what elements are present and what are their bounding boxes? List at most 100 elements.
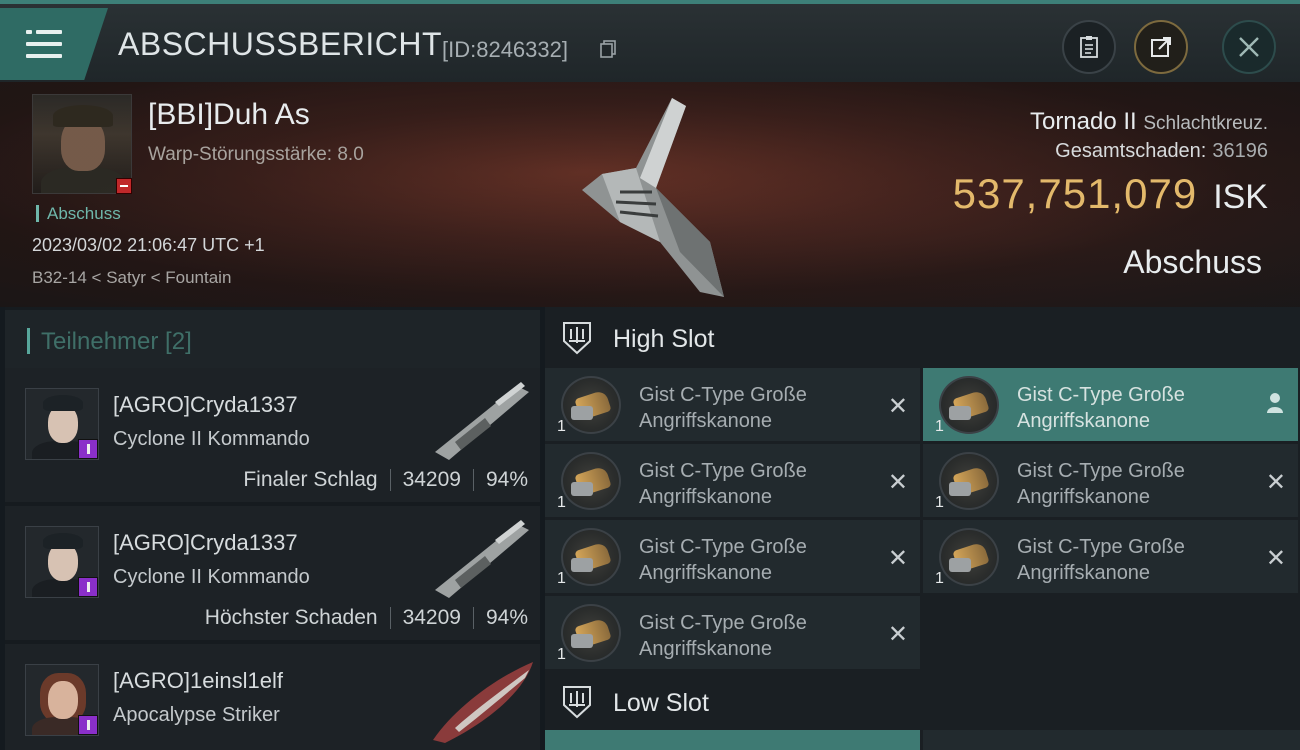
kill-location[interactable]: B32-14 < Satyr < Fountain	[32, 268, 231, 288]
participant-damage: 34209	[402, 468, 461, 491]
module-item[interactable]: 1 Gist C-Type Große Angriffskanone ✕	[545, 520, 920, 593]
module-item[interactable]: 1 Gist C-Type Große Angriffskanone	[923, 368, 1298, 441]
ship-name: Tornado II	[1029, 108, 1137, 135]
participants-label: Teilnehmer [2]	[41, 328, 192, 355]
module-quantity: 1	[557, 494, 566, 511]
total-damage-label: Gesamtschaden:	[1055, 140, 1207, 162]
standing-badge	[116, 178, 132, 194]
ship-class: Schlachtkreuz.	[1143, 113, 1268, 134]
low-slot-header: Low Slot	[545, 671, 1300, 731]
participant-row[interactable]: [AGRO]Cryda1337 Cyclone II Kommando Höch…	[5, 506, 540, 640]
module-quantity: 1	[557, 570, 566, 587]
corp-badge-icon	[78, 715, 98, 735]
participant-name: [AGRO]1einsl1elf	[113, 668, 283, 693]
corp-badge-icon	[78, 439, 98, 459]
module-name: Gist C-Type Große Angriffskanone	[639, 460, 807, 508]
destroyed-icon: ✕	[887, 621, 908, 648]
participant-name: [AGRO]Cryda1337	[113, 392, 298, 417]
menu-icon	[26, 30, 62, 58]
module-item[interactable]	[923, 730, 1300, 750]
destroyed-icon: ✕	[887, 469, 908, 496]
participant-ship: Apocalypse Striker	[113, 704, 280, 726]
victim-name[interactable]: [BBI]Duh As	[148, 98, 310, 132]
module-quantity: 1	[935, 418, 944, 435]
clipboard-icon	[1080, 36, 1098, 58]
participant-role: Finaler Schlag	[243, 468, 378, 491]
high-slot-icon	[563, 322, 591, 355]
destroyed-icon: ✕	[1265, 469, 1286, 496]
close-icon	[1239, 37, 1259, 57]
module-item[interactable]: 1 Gist C-Type Große Angriffskanone ✕	[545, 444, 920, 517]
low-slot-icon	[563, 686, 591, 719]
low-slot-label: Low Slot	[613, 689, 709, 717]
module-name: Gist C-Type Große Angriffskanone	[1017, 384, 1185, 432]
module-item[interactable]: 1 Gist C-Type Große Angriffskanone ✕	[545, 368, 920, 441]
participant-ship: Cyclone II Kommando	[113, 428, 310, 450]
module-quantity: 1	[557, 418, 566, 435]
isk-amount: 537,751,079	[952, 170, 1198, 217]
isk-unit: ISK	[1213, 178, 1268, 216]
module-item[interactable]: 1 Gist C-Type Große Angriffskanone ✕	[545, 596, 920, 669]
total-damage: Gesamtschaden: 36196	[1055, 140, 1268, 163]
share-button[interactable]	[1134, 20, 1188, 74]
copy-icon[interactable]	[600, 40, 616, 58]
close-button[interactable]	[1222, 20, 1276, 74]
module-quantity: 1	[935, 570, 944, 587]
fitting-panel: High Slot 1 Gist C-Type Große Angriffskan…	[545, 307, 1300, 750]
participant-name: [AGRO]Cryda1337	[113, 530, 298, 555]
participant-percent: 94%	[485, 468, 528, 491]
participants-panel: Teilnehmer [2] [AGRO]Cryda1337 Cyclone I…	[5, 307, 540, 750]
large-artillery-icon	[561, 528, 621, 586]
victim-ship[interactable]: Tornado II Schlachtkreuz.	[1030, 108, 1268, 136]
large-artillery-icon	[561, 376, 621, 434]
module-name: Gist C-Type Große Angriffskanone	[639, 612, 807, 660]
participant-role: Höchster Schaden	[204, 606, 378, 629]
participant-percent: 94%	[485, 606, 528, 629]
participant-row[interactable]: [AGRO]1einsl1elf Apocalypse Striker	[5, 644, 540, 750]
isk-value: 537,751,079 ISK	[953, 170, 1268, 218]
participant-ship-icon	[433, 662, 533, 743]
result-label: Abschuss	[1123, 244, 1262, 280]
module-name: Gist C-Type Große Angriffskanone	[639, 384, 807, 432]
module-name: Gist C-Type Große Angriffskanone	[1017, 536, 1185, 584]
destroyed-icon: ✕	[887, 545, 908, 572]
module-item[interactable]	[545, 730, 920, 750]
menu-button[interactable]	[0, 8, 108, 80]
large-artillery-icon	[561, 604, 621, 662]
participant-ship-icon	[435, 520, 529, 598]
participant-damage: 34209	[402, 606, 461, 629]
participant-stats: Finaler Schlag 34209 94%	[243, 468, 528, 492]
participants-header: Teilnehmer [2]	[5, 310, 540, 368]
kill-tag: Abschuss	[36, 205, 121, 222]
page-title: ABSCHUSSBERICHT	[118, 26, 442, 62]
dropped-person-icon	[1267, 393, 1283, 413]
victim-summary: [BBI]Duh As Warp-Störungsstärke: 8.0 Abs…	[0, 82, 1300, 307]
large-artillery-icon	[561, 452, 621, 510]
large-artillery-icon	[939, 376, 999, 434]
clipboard-button[interactable]	[1062, 20, 1116, 74]
module-quantity: 1	[557, 646, 566, 663]
total-damage-value: 36196	[1212, 140, 1268, 162]
participant-ship-icon	[435, 382, 529, 460]
module-name: Gist C-Type Große Angriffskanone	[639, 536, 807, 584]
share-icon	[1151, 37, 1171, 57]
module-quantity: 1	[935, 494, 944, 511]
victim-ship-image	[582, 98, 724, 297]
participant-stats: Höchster Schaden 34209 94%	[205, 606, 528, 630]
participant-ship: Cyclone II Kommando	[113, 566, 310, 588]
module-name: Gist C-Type Große Angriffskanone	[1017, 460, 1185, 508]
high-slot-header: High Slot	[545, 307, 1300, 367]
kill-datetime: 2023/03/02 21:06:47 UTC +1	[32, 235, 265, 255]
participant-row[interactable]: [AGRO]Cryda1337 Cyclone II Kommando Fina…	[5, 368, 540, 502]
warp-strength: Warp-Störungsstärke: 8.0	[148, 144, 364, 165]
killmail-id: [ID:8246332]	[442, 37, 568, 62]
corp-badge-icon	[78, 577, 98, 597]
destroyed-icon: ✕	[1265, 545, 1286, 572]
large-artillery-icon	[939, 528, 999, 586]
large-artillery-icon	[939, 452, 999, 510]
high-slot-label: High Slot	[613, 325, 715, 353]
module-item[interactable]: 1 Gist C-Type Große Angriffskanone ✕	[923, 444, 1298, 517]
module-item[interactable]: 1 Gist C-Type Große Angriffskanone ✕	[923, 520, 1298, 593]
top-bar: ABSCHUSSBERICHT [ID:8246332]	[0, 0, 1300, 82]
destroyed-icon: ✕	[887, 393, 908, 420]
